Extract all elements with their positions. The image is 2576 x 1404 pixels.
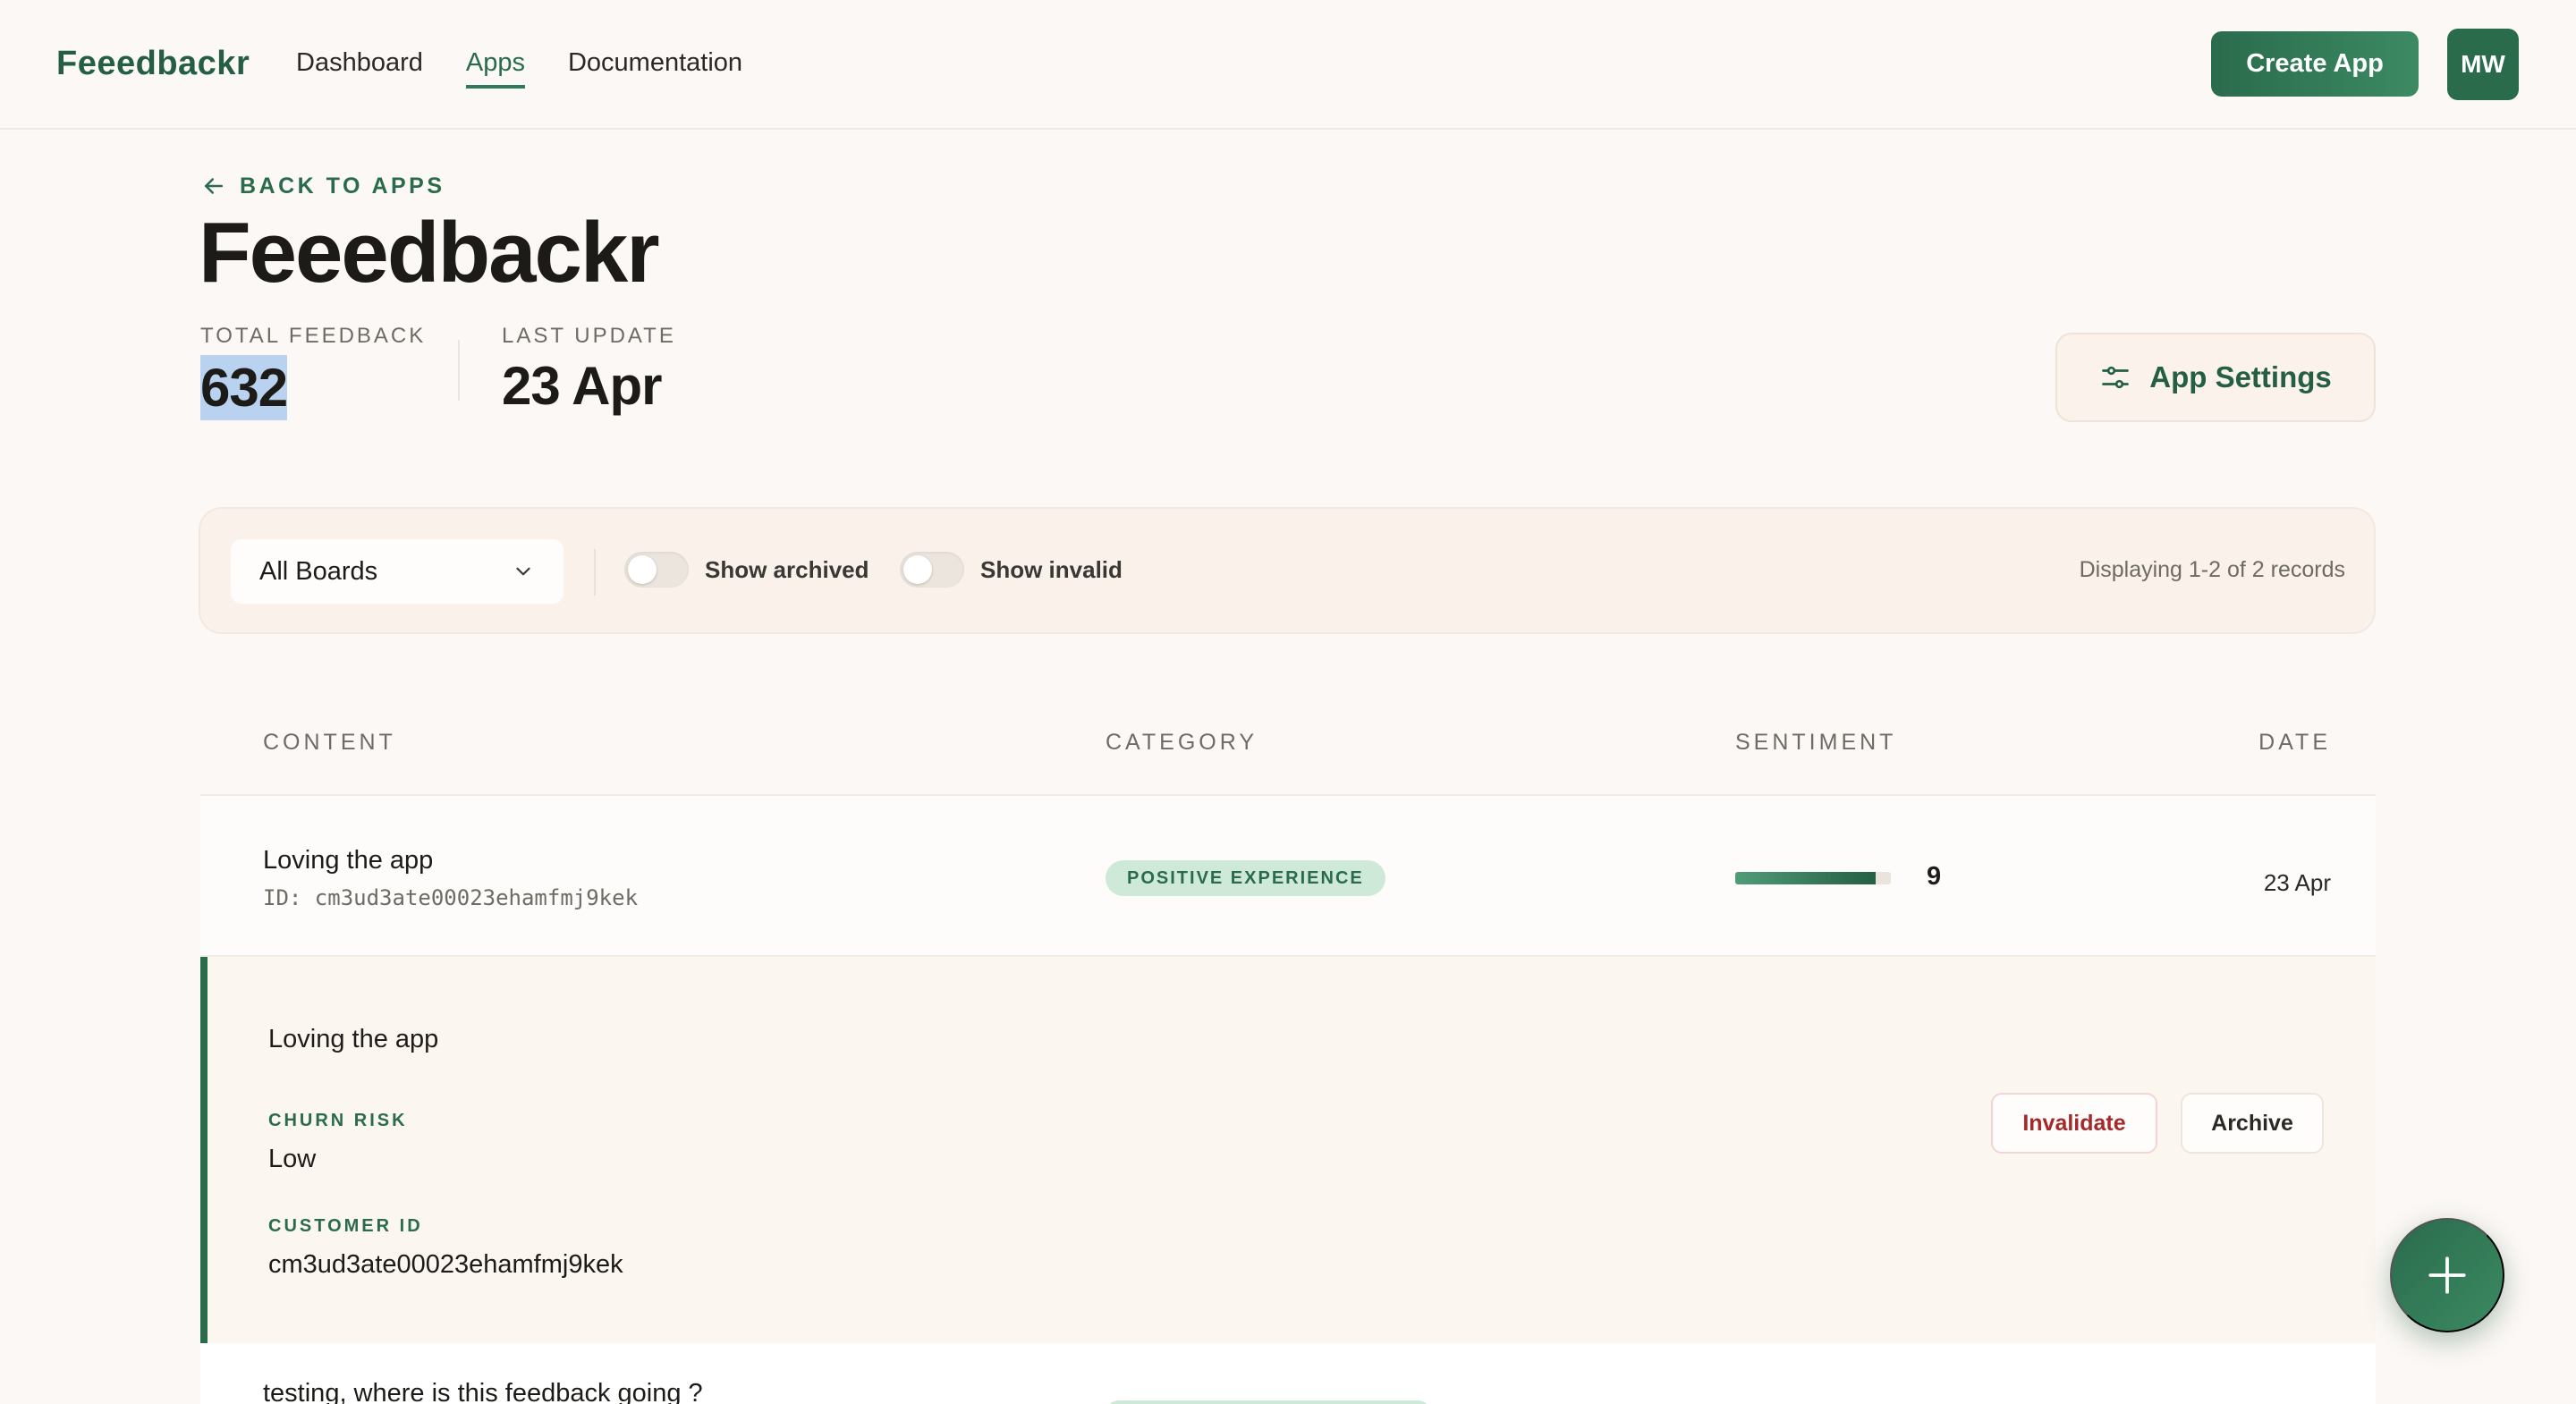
sentiment-bar xyxy=(1735,872,1891,884)
stats-divider xyxy=(458,340,460,401)
churn-risk-label: CHURN RISK xyxy=(268,1111,408,1130)
feedback-detail-panel: Loving the app CHURN RISK Low CUSTOMER I… xyxy=(200,957,2376,1343)
column-header-category[interactable]: CATEGORY xyxy=(1106,730,1258,756)
customer-id-label: CUSTOMER ID xyxy=(268,1216,423,1236)
show-archived-toggle[interactable] xyxy=(624,552,689,588)
arrow-left-icon xyxy=(205,178,223,194)
table-row[interactable]: Loving the app ID: cm3ud3ate00023ehamfmj… xyxy=(200,796,2376,957)
show-archived-label: Show archived xyxy=(705,555,869,583)
app-settings-button[interactable]: App Settings xyxy=(2055,333,2376,422)
board-select[interactable]: All Boards xyxy=(231,539,564,604)
nav-documentation[interactable]: Documentation xyxy=(568,48,742,89)
column-header-content[interactable]: CONTENT xyxy=(263,730,396,756)
show-invalid-label: Show invalid xyxy=(980,555,1123,583)
churn-risk-value: Low xyxy=(268,1145,317,1173)
table-header: CONTENT CATEGORY SENTIMENT DATE xyxy=(200,690,2376,796)
filter-divider xyxy=(594,549,596,596)
table-row[interactable]: testing, where is this feedback going ? xyxy=(200,1343,2376,1404)
invalidate-button[interactable]: Invalidate xyxy=(1991,1093,2157,1154)
sliders-icon xyxy=(2102,366,2130,389)
category-badge: POSITIVE EXPERIENCE xyxy=(1106,860,1385,896)
feedback-title: Loving the app xyxy=(263,846,434,875)
page-title: Feeedbackr xyxy=(199,205,660,300)
chevron-down-icon xyxy=(516,567,530,576)
total-feedback-value: 632 xyxy=(200,355,288,420)
user-avatar[interactable]: MW xyxy=(2447,29,2519,100)
create-app-button[interactable]: Create App xyxy=(2211,31,2419,97)
category-badge xyxy=(1106,1400,1431,1404)
main-nav: Dashboard Apps Documentation xyxy=(296,48,742,89)
customer-id-value: cm3ud3ate00023ehamfmj9kek xyxy=(268,1250,623,1279)
nav-dashboard[interactable]: Dashboard xyxy=(296,48,423,89)
app-settings-label: App Settings xyxy=(2149,360,2332,393)
show-invalid-toggle-group[interactable]: Show invalid xyxy=(900,552,1123,588)
total-feedback-label: TOTAL FEEDBACK xyxy=(200,324,427,348)
last-update-label: LAST UPDATE xyxy=(502,324,676,348)
feedback-table: CONTENT CATEGORY SENTIMENT DATE Loving t… xyxy=(200,690,2376,1404)
show-archived-toggle-group[interactable]: Show archived xyxy=(624,552,869,588)
records-count: Displaying 1-2 of 2 records xyxy=(2079,557,2345,582)
board-select-value: All Boards xyxy=(259,556,378,586)
brand-logo[interactable]: Feeedbackr xyxy=(56,45,250,83)
last-update-value: 23 Apr xyxy=(502,356,663,416)
feedback-id: ID: cm3ud3ate00023ehamfmj9kek xyxy=(263,885,639,910)
nav-apps[interactable]: Apps xyxy=(465,48,525,89)
show-invalid-toggle[interactable] xyxy=(900,552,964,588)
back-to-apps-link[interactable]: BACK TO APPS xyxy=(200,173,445,199)
top-navigation-bar: Feeedbackr Dashboard Apps Documentation … xyxy=(0,0,2576,130)
sentiment-score: 9 xyxy=(1927,862,1942,891)
feedback-date: 23 Apr xyxy=(2263,869,2331,896)
sentiment-bar-fill xyxy=(1735,872,1876,884)
add-feedback-fab[interactable] xyxy=(2390,1218,2504,1332)
archive-button[interactable]: Archive xyxy=(2181,1093,2324,1154)
column-header-date[interactable]: DATE xyxy=(2258,730,2331,756)
feedback-title: testing, where is this feedback going ? xyxy=(263,1379,703,1404)
filter-bar: All Boards Show archived Show invalid Di… xyxy=(199,507,2376,634)
plus-icon xyxy=(2428,1256,2466,1294)
column-header-sentiment[interactable]: SENTIMENT xyxy=(1735,730,1896,756)
back-label: BACK TO APPS xyxy=(240,173,445,199)
detail-title: Loving the app xyxy=(268,1025,439,1053)
